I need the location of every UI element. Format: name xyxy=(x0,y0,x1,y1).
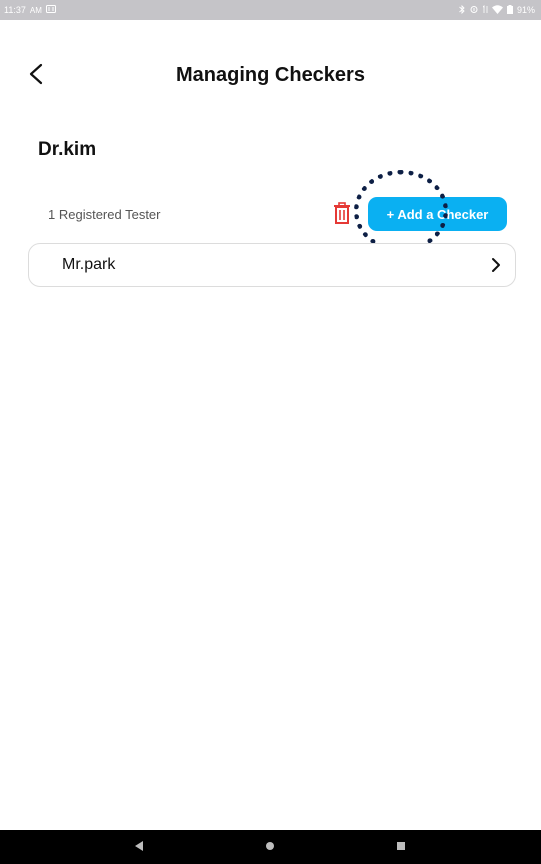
nav-home-icon xyxy=(265,838,275,856)
checker-row[interactable]: Mr.park xyxy=(28,243,516,287)
nav-back-icon xyxy=(134,838,144,856)
chevron-right-icon xyxy=(491,257,501,273)
checker-name: Mr.park xyxy=(62,256,116,273)
vibrate-icon xyxy=(469,5,479,16)
page-title: Managing Checkers xyxy=(176,64,365,86)
battery-percent: 91% xyxy=(516,5,535,15)
navigation-bar xyxy=(0,830,541,864)
data-arrows-icon xyxy=(482,4,488,16)
nav-home-button[interactable] xyxy=(262,839,278,855)
status-ampm: AM xyxy=(29,5,42,15)
checker-list: Mr.park xyxy=(28,243,516,287)
notification-icon xyxy=(45,5,56,15)
status-time: 11:37 xyxy=(4,5,26,15)
nav-recents-button[interactable] xyxy=(393,839,409,855)
status-right: 91% xyxy=(459,4,535,16)
bluetooth-icon xyxy=(459,4,465,16)
battery-icon xyxy=(506,4,513,16)
screen: 11:37 AM 91% Managing Checkers Dr.kim 1 … xyxy=(0,0,541,864)
nav-back-button[interactable] xyxy=(131,839,147,855)
add-checker-button[interactable]: + Add a Checker xyxy=(368,197,507,231)
owner-name: Dr.kim xyxy=(38,139,97,160)
status-left: 11:37 AM xyxy=(4,5,56,15)
registered-tester-count: 1 Registered Tester xyxy=(48,207,161,222)
delete-button[interactable] xyxy=(330,201,354,229)
status-bar: 11:37 AM 91% xyxy=(0,0,541,20)
trash-icon xyxy=(333,201,351,229)
nav-recents-icon xyxy=(396,838,406,856)
wifi-icon xyxy=(491,4,503,16)
